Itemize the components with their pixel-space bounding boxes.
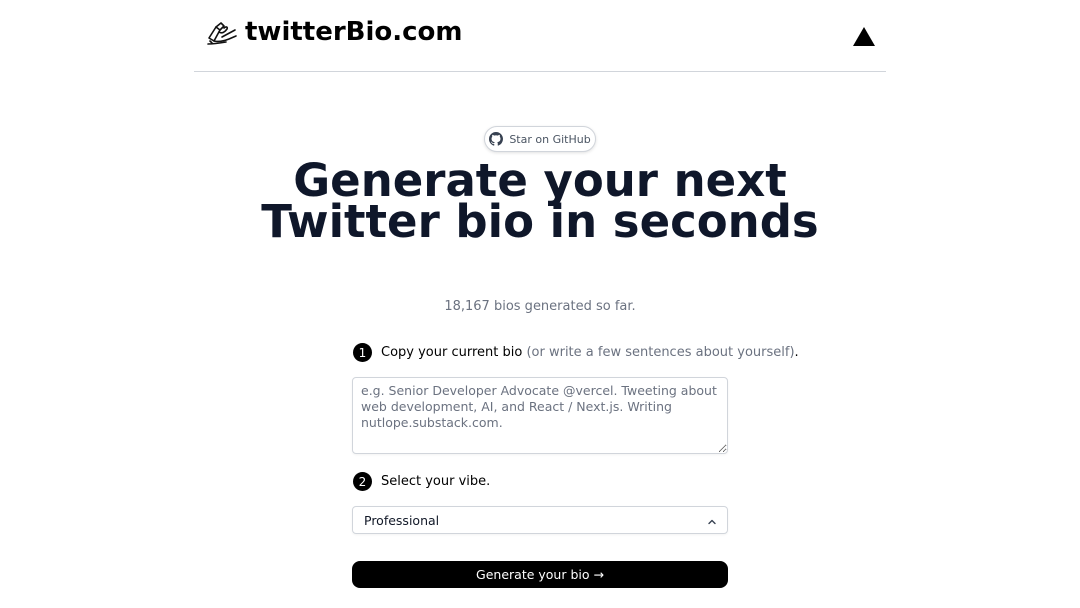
- bios-generated-counter: 18,167 bios generated so far.: [444, 299, 636, 314]
- star-on-github-label: Star on GitHub: [509, 132, 591, 146]
- chevron-up-icon: [707, 515, 717, 530]
- step-1-label-hint: (or write a few sentences about yourself…: [522, 345, 795, 360]
- step-1-number-badge: 1: [353, 343, 372, 362]
- star-on-github-button[interactable]: Star on GitHub: [484, 126, 596, 152]
- bio-textarea[interactable]: [352, 377, 728, 454]
- step-1-label-main: Copy your current bio: [381, 345, 523, 360]
- brand-link[interactable]: twitterBio.com: [206, 17, 463, 47]
- vercel-triangle-icon[interactable]: [852, 26, 876, 47]
- page-title: Generate your next Twitter bio in second…: [261, 154, 819, 248]
- step-1: 1 Copy your current bio (or write a few …: [353, 343, 799, 362]
- step-1-label-suffix: .: [794, 345, 799, 360]
- step-2-label: Select your vibe.: [381, 474, 491, 489]
- step-2-number-badge: 2: [353, 472, 372, 491]
- step-2: 2 Select your vibe.: [353, 472, 490, 491]
- generate-bio-button[interactable]: Generate your bio →: [352, 561, 728, 588]
- vibe-select-value: Professional: [364, 512, 440, 528]
- step-1-label: Copy your current bio (or write a few se…: [381, 345, 799, 360]
- site-header: twitterBio.com: [194, 0, 886, 72]
- vibe-select[interactable]: Professional: [352, 506, 728, 534]
- github-icon: [489, 132, 504, 146]
- brand-title: twitterBio.com: [245, 17, 463, 47]
- hand-writing-icon: [206, 17, 238, 47]
